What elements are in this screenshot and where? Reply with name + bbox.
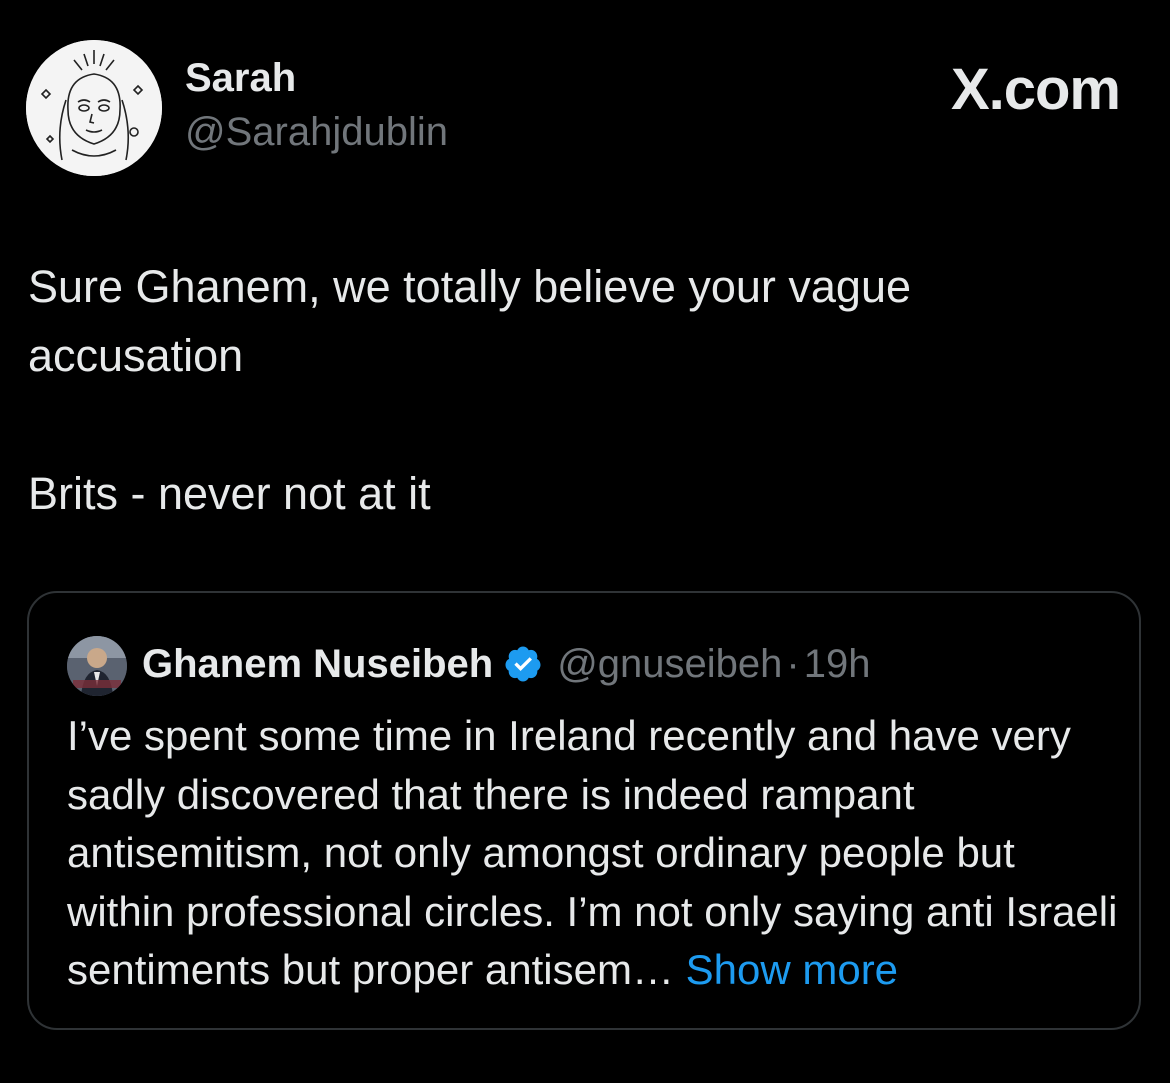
post-text-line: accusation (28, 330, 244, 381)
post-text-line: Brits - never not at it (28, 468, 431, 519)
author-avatar[interactable] (26, 40, 162, 176)
quoted-post-timestamp[interactable]: 19h (804, 642, 871, 687)
quoted-post-body: I’ve spent some time in Ireland recently… (67, 712, 1118, 993)
quoted-post-text: I’ve spent some time in Ireland recently… (67, 707, 1127, 1000)
author-display-name[interactable]: Sarah (185, 56, 296, 100)
quoted-author-avatar[interactable] (67, 636, 127, 696)
quoted-post-card[interactable]: Ghanem Nuseibeh @gnuseibeh · 19h I’ve sp… (27, 591, 1141, 1030)
post-text-line: Sure Ghanem, we totally believe your vag… (28, 261, 911, 312)
author-handle[interactable]: @Sarahjdublin (185, 110, 448, 154)
post-text: Sure Ghanem, we totally believe your vag… (28, 252, 1138, 528)
quoted-author-display-name[interactable]: Ghanem Nuseibeh (142, 642, 493, 687)
separator-dot: · (786, 641, 800, 686)
quoted-post-header: Ghanem Nuseibeh @gnuseibeh · 19h (142, 639, 871, 689)
quoted-author-handle[interactable]: @gnuseibeh (557, 642, 782, 687)
show-more-link[interactable]: Show more (686, 946, 898, 993)
verified-badge-icon (503, 644, 543, 684)
brand-watermark: X.com (950, 57, 1121, 122)
